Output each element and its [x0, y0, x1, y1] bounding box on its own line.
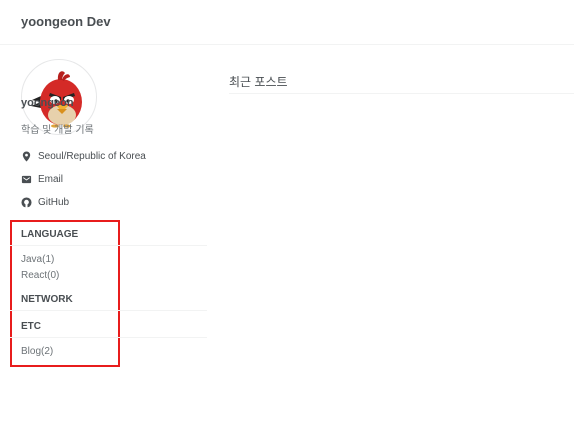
- site-title-link[interactable]: yoongeon Dev: [21, 14, 111, 29]
- category-heading-network: NETWORK: [21, 294, 73, 305]
- github-label: GitHub: [38, 197, 70, 208]
- category-item-blog[interactable]: Blog(2): [21, 346, 53, 357]
- location-link[interactable]: Seoul/Republic of Korea: [21, 151, 146, 162]
- divider: [10, 310, 207, 311]
- recent-posts-title: 최근 포스트: [229, 75, 288, 89]
- github-link[interactable]: GitHub: [21, 197, 69, 208]
- category-heading-etc: ETC: [21, 321, 41, 332]
- category-heading-language: LANGUAGE: [21, 229, 79, 240]
- location-label: Seoul/Republic of Korea: [38, 151, 146, 162]
- author-name: yoongeon: [21, 97, 74, 109]
- category-item-java[interactable]: Java(1): [21, 254, 54, 265]
- divider: [10, 337, 207, 338]
- github-icon: [21, 197, 32, 208]
- divider: [10, 245, 207, 246]
- email-icon: [21, 175, 32, 184]
- author-bio: 학습 및 개발 기록: [21, 125, 94, 136]
- email-label: Email: [38, 174, 64, 185]
- location-pin-icon: [22, 151, 31, 162]
- category-item-react[interactable]: React(0): [21, 270, 59, 281]
- email-link[interactable]: Email: [21, 174, 63, 185]
- recent-posts-divider: [229, 93, 574, 94]
- masthead: yoongeon Dev: [0, 0, 574, 45]
